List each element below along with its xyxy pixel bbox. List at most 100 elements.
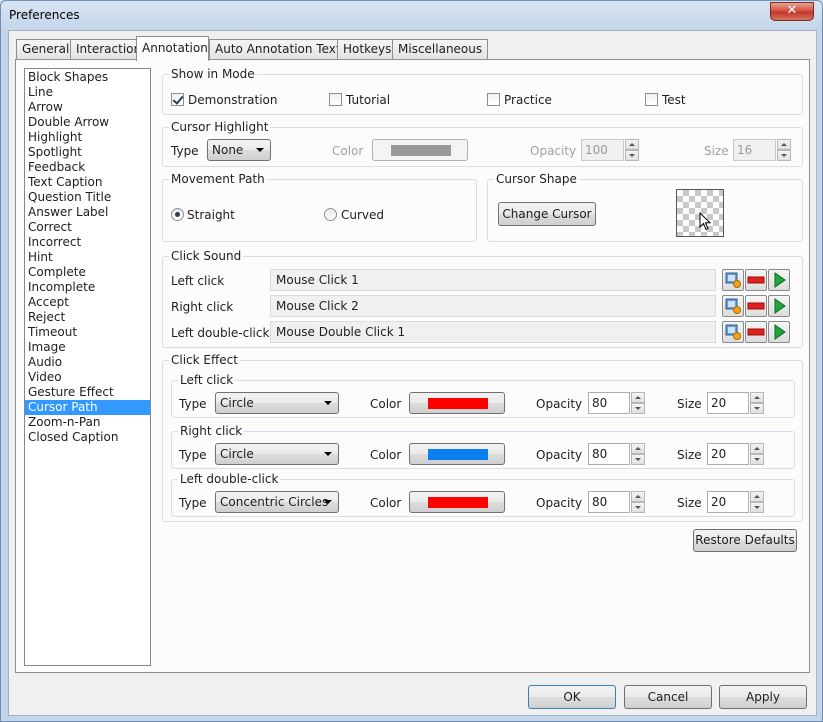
double-click-color-button[interactable]: [409, 491, 505, 513]
open-file-icon: [725, 272, 741, 288]
list-item[interactable]: Answer Label: [25, 205, 150, 220]
left-click-play-button[interactable]: [768, 269, 790, 291]
list-item[interactable]: Incomplete: [25, 280, 150, 295]
practice-checkbox[interactable]: [487, 93, 500, 106]
list-item[interactable]: Closed Caption: [25, 430, 150, 445]
cancel-button[interactable]: Cancel: [624, 685, 712, 709]
spin-down-icon[interactable]: [750, 502, 764, 513]
right-click-play-button[interactable]: [768, 295, 790, 317]
demonstration-checkbox[interactable]: [171, 93, 184, 106]
apply-button[interactable]: Apply: [719, 685, 807, 709]
list-item[interactable]: Arrow: [25, 100, 150, 115]
list-item[interactable]: Hint: [25, 250, 150, 265]
tab-hotkeys[interactable]: Hotkeys: [337, 39, 398, 60]
tutorial-checkbox[interactable]: [329, 93, 342, 106]
list-item[interactable]: Gesture Effect: [25, 385, 150, 400]
highlight-opacity-input[interactable]: 100: [581, 139, 624, 161]
left-click-browse-button[interactable]: [722, 269, 744, 291]
list-item[interactable]: Image: [25, 340, 150, 355]
double-click-size-stepper[interactable]: [750, 491, 764, 513]
change-cursor-button[interactable]: Change Cursor: [498, 202, 596, 226]
ok-button[interactable]: OK: [528, 685, 616, 709]
left-click-type-select[interactable]: Circle: [215, 392, 339, 414]
spin-up-icon[interactable]: [750, 491, 764, 502]
spin-up-icon[interactable]: [625, 139, 639, 150]
right-click-opacity-stepper[interactable]: [631, 443, 645, 465]
list-item[interactable]: Block Shapes: [25, 70, 150, 85]
spin-up-icon[interactable]: [631, 491, 645, 502]
highlight-color-swatch: [391, 145, 451, 156]
double-click-type-select[interactable]: Concentric Circles: [215, 491, 339, 513]
spin-down-icon[interactable]: [750, 454, 764, 465]
list-item[interactable]: Cursor Path: [25, 400, 150, 415]
list-item[interactable]: Highlight: [25, 130, 150, 145]
list-item[interactable]: Spotlight: [25, 145, 150, 160]
double-click-opacity-input[interactable]: 80: [588, 491, 630, 513]
right-click-color-button[interactable]: [409, 443, 505, 465]
list-item[interactable]: Zoom-n-Pan: [25, 415, 150, 430]
left-click-remove-button[interactable]: [745, 269, 767, 291]
double-click-opacity-stepper[interactable]: [631, 491, 645, 513]
close-button[interactable]: ✕: [770, 2, 814, 21]
spin-down-icon[interactable]: [631, 502, 645, 513]
restore-defaults-button[interactable]: Restore Defaults: [693, 529, 797, 552]
tab-auto-annotation-text[interactable]: Auto Annotation Text: [209, 39, 347, 60]
list-item[interactable]: Line: [25, 85, 150, 100]
test-checkbox[interactable]: [645, 93, 658, 106]
straight-radio[interactable]: [171, 208, 184, 221]
left-click-size-input[interactable]: 20: [707, 392, 749, 414]
double-click-sound-field[interactable]: Mouse Double Click 1: [270, 321, 716, 343]
right-click-sound-field[interactable]: Mouse Click 2: [270, 295, 716, 317]
right-click-opacity-label: Opacity: [536, 448, 583, 462]
left-click-opacity-input[interactable]: 80: [588, 392, 630, 414]
tab-general[interactable]: General: [16, 39, 76, 60]
spin-up-icon[interactable]: [750, 392, 764, 403]
left-click-sound-field[interactable]: Mouse Click 1: [270, 269, 716, 291]
left-click-opacity-stepper[interactable]: [631, 392, 645, 414]
tab-miscellaneous[interactable]: Miscellaneous: [392, 39, 489, 60]
highlight-color-button[interactable]: [372, 139, 468, 161]
right-click-remove-button[interactable]: [745, 295, 767, 317]
list-item[interactable]: Timeout: [25, 325, 150, 340]
list-item[interactable]: Reject: [25, 310, 150, 325]
spin-up-icon[interactable]: [750, 443, 764, 454]
right-click-opacity-input[interactable]: 80: [588, 443, 630, 465]
right-click-browse-button[interactable]: [722, 295, 744, 317]
cursor-preview: [676, 189, 724, 237]
list-item[interactable]: Feedback: [25, 160, 150, 175]
right-click-size-input[interactable]: 20: [707, 443, 749, 465]
curved-radio[interactable]: [324, 208, 337, 221]
highlight-opacity-stepper[interactable]: [625, 139, 639, 161]
right-click-size-stepper[interactable]: [750, 443, 764, 465]
highlight-type-select[interactable]: None: [207, 139, 271, 161]
double-click-size-input[interactable]: 20: [707, 491, 749, 513]
highlight-size-stepper[interactable]: [777, 139, 791, 161]
list-item[interactable]: Question Title: [25, 190, 150, 205]
spin-up-icon[interactable]: [631, 443, 645, 454]
spin-down-icon[interactable]: [777, 150, 791, 161]
annotation-type-list[interactable]: Block Shapes Line Arrow Double Arrow Highlig…: [24, 68, 151, 666]
left-click-color-button[interactable]: [409, 392, 505, 414]
double-click-play-button[interactable]: [768, 321, 790, 343]
double-click-browse-button[interactable]: [722, 321, 744, 343]
spin-up-icon[interactable]: [777, 139, 791, 150]
list-item[interactable]: Audio: [25, 355, 150, 370]
right-click-type-select[interactable]: Circle: [215, 443, 339, 465]
spin-down-icon[interactable]: [631, 403, 645, 414]
list-item[interactable]: Accept: [25, 295, 150, 310]
tab-annotation[interactable]: Annotation: [136, 36, 209, 61]
list-item[interactable]: Correct: [25, 220, 150, 235]
spin-down-icon[interactable]: [625, 150, 639, 161]
spin-up-icon[interactable]: [631, 392, 645, 403]
left-click-size-stepper[interactable]: [750, 392, 764, 414]
double-click-remove-button[interactable]: [745, 321, 767, 343]
highlight-size-input[interactable]: 16: [733, 139, 776, 161]
list-item[interactable]: Video: [25, 370, 150, 385]
list-item[interactable]: Complete: [25, 265, 150, 280]
spin-down-icon[interactable]: [750, 403, 764, 414]
list-item[interactable]: Text Caption: [25, 175, 150, 190]
spin-down-icon[interactable]: [631, 454, 645, 465]
list-item[interactable]: Double Arrow: [25, 115, 150, 130]
list-item[interactable]: Incorrect: [25, 235, 150, 250]
double-click-type-label: Type: [179, 496, 207, 510]
